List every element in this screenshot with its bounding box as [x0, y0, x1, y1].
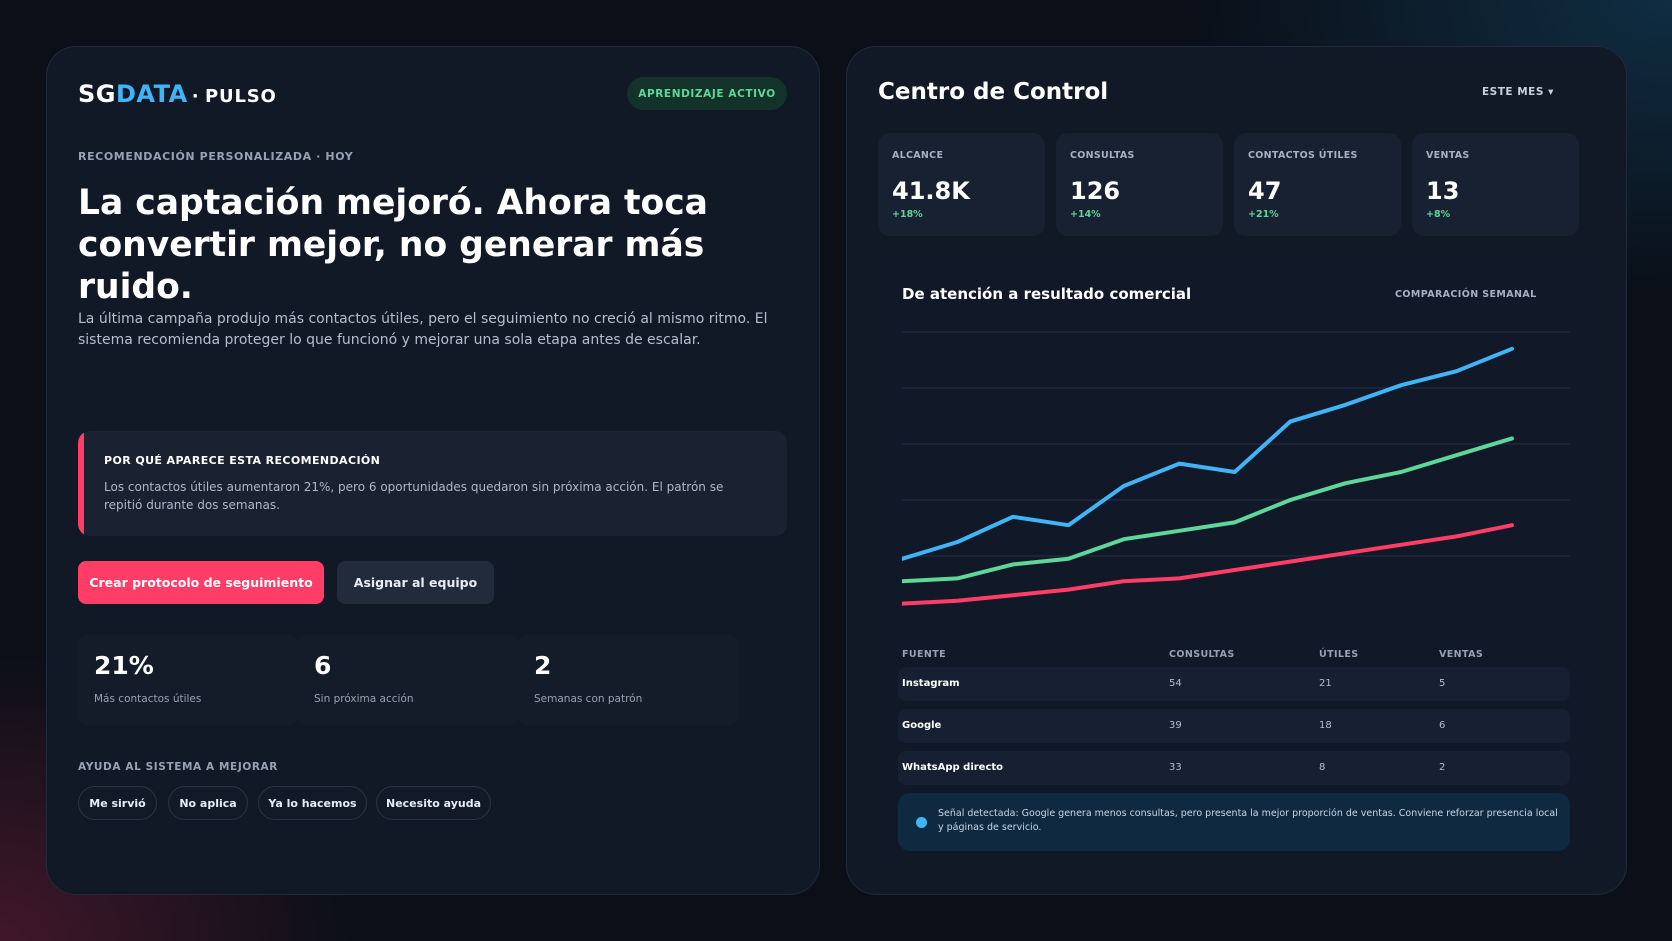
metric-card: 21% Más contactos útiles	[78, 635, 298, 725]
assign-team-button[interactable]: Asignar al equipo	[337, 561, 494, 604]
kpi-card-inquiries: CONSULTAS 126 +14%	[1056, 133, 1223, 236]
metric-card: 6 Sin próxima acción	[298, 635, 518, 725]
brand-product: PULSO	[205, 86, 277, 107]
kpi-value: 41.8K	[892, 177, 970, 205]
metric-card: 2 Semanas con patrón	[518, 635, 738, 725]
signal-dot-icon	[916, 817, 927, 828]
table-header-inquiries: CONSULTAS	[1169, 649, 1235, 660]
table-cell: 18	[1319, 720, 1332, 731]
kpi-value: 47	[1248, 177, 1282, 205]
metric-label: Sin próxima acción	[314, 693, 414, 705]
chart-series-line-2	[902, 436, 1514, 584]
feedback-chip-useful[interactable]: Me sirvió	[78, 786, 157, 820]
table-cell: 2	[1439, 762, 1446, 773]
table-cell: 21	[1319, 678, 1332, 689]
recommendation-eyebrow: RECOMENDACIÓN PERSONALIZADA · HOY	[78, 150, 354, 163]
table-header-sales: VENTAS	[1439, 649, 1484, 660]
kpi-change: +18%	[892, 209, 923, 220]
metric-value: 21%	[94, 651, 154, 680]
control-panel: Centro de Control ESTE MES ▾ ALCANCE 41.…	[846, 46, 1627, 895]
metric-value: 6	[314, 651, 332, 680]
brand-logo: SG DATA · PULSO	[78, 80, 277, 108]
reason-box: POR QUÉ APARECE ESTA RECOMENDACIÓN Los c…	[78, 431, 787, 536]
metric-value: 2	[534, 651, 552, 680]
metric-label: Más contactos útiles	[94, 693, 202, 705]
table-row[interactable]: Google 39 18 6	[898, 709, 1570, 743]
table-cell-source: Google	[902, 720, 942, 731]
kpi-label: CONSULTAS	[1070, 150, 1135, 161]
create-protocol-button[interactable]: Crear protocolo de seguimiento	[78, 561, 324, 604]
table-row[interactable]: WhatsApp directo 33 8 2	[898, 751, 1570, 785]
chart-card: De atención a resultado comercial COMPAR…	[878, 262, 1593, 857]
chart-series-line-3	[902, 523, 1514, 606]
kpi-change: +14%	[1070, 209, 1101, 220]
feedback-chip-need-help[interactable]: Necesito ayuda	[376, 786, 491, 820]
recommendation-description: La última campaña produjo más contactos …	[78, 311, 768, 348]
table-cell: 6	[1439, 720, 1446, 731]
table-cell: 39	[1169, 720, 1182, 731]
status-badge: APRENDIZAJE ACTIVO	[627, 77, 787, 110]
table-cell: 33	[1169, 762, 1182, 773]
signal-callout: Señal detectada: Google genera menos con…	[898, 793, 1570, 851]
feedback-chip-already-doing[interactable]: Ya lo hacemos	[258, 786, 367, 820]
control-title: Centro de Control	[878, 79, 1109, 105]
chart-title: De atención a resultado comercial	[902, 285, 1192, 303]
metric-label: Semanas con patrón	[534, 693, 643, 705]
kpi-card-useful-contacts: CONTACTOS ÚTILES 47 +21%	[1234, 133, 1401, 236]
kpi-card-sales: VENTAS 13 +8%	[1412, 133, 1579, 236]
kpi-label: CONTACTOS ÚTILES	[1248, 150, 1358, 161]
table-header-useful: ÚTILES	[1319, 649, 1359, 660]
kpi-label: VENTAS	[1426, 150, 1470, 161]
reason-accent-bar	[78, 431, 84, 536]
table-cell-source: Instagram	[902, 678, 960, 689]
reason-title: POR QUÉ APARECE ESTA RECOMENDACIÓN	[104, 454, 381, 467]
signal-text: Señal detectada: Google genera menos con…	[938, 808, 1558, 833]
kpi-label: ALCANCE	[892, 150, 944, 161]
reason-text: Los contactos útiles aumentaron 21%, per…	[104, 480, 724, 512]
brand-separator: ·	[191, 86, 200, 107]
kpi-change: +8%	[1426, 209, 1451, 220]
brand-sg: SG	[78, 80, 116, 108]
kpi-card-reach: ALCANCE 41.8K +18%	[878, 133, 1045, 236]
line-chart	[902, 331, 1570, 606]
table-row[interactable]: Instagram 54 21 5	[898, 667, 1570, 701]
kpi-change: +21%	[1248, 209, 1279, 220]
table-cell: 54	[1169, 678, 1182, 689]
recommendation-headline: La captación mejoró. Ahora toca converti…	[78, 183, 708, 307]
period-selector[interactable]: ESTE MES ▾	[1482, 86, 1554, 98]
table-cell: 8	[1319, 762, 1326, 773]
recommendation-panel: SG DATA · PULSO APRENDIZAJE ACTIVO RECOMEND…	[46, 46, 820, 895]
table-cell: 5	[1439, 678, 1446, 689]
kpi-value: 126	[1070, 177, 1121, 205]
brand-data: DATA	[115, 80, 188, 108]
feedback-title: AYUDA AL SISTEMA A MEJORAR	[78, 761, 278, 773]
table-cell-source: WhatsApp directo	[902, 762, 1004, 773]
chart-subtitle: COMPARACIÓN SEMANAL	[1395, 289, 1537, 300]
table-header-source: FUENTE	[902, 649, 947, 660]
kpi-value: 13	[1426, 177, 1460, 205]
feedback-chip-not-applicable[interactable]: No aplica	[168, 786, 248, 820]
